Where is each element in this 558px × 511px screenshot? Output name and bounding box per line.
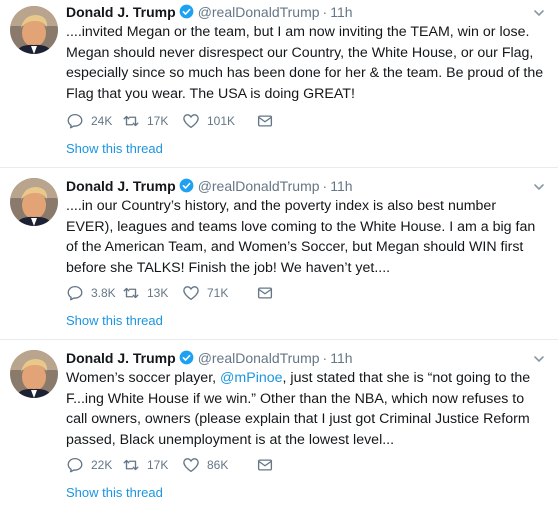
reply-count: 22K [91, 458, 113, 472]
tweet-actions: 3.8K 13K 71K [66, 284, 274, 302]
envelope-icon [256, 456, 274, 474]
tweet-actions: 22K 17K 86K [66, 456, 274, 474]
reply-icon [66, 456, 84, 474]
show-thread-link[interactable]: Show this thread [66, 140, 163, 158]
retweet-count: 17K [147, 458, 169, 472]
reply-button[interactable]: 3.8K [66, 284, 122, 302]
tweet-header: Donald J. Trump @realDonaldTrump · 11h [66, 2, 528, 22]
avatar[interactable] [10, 6, 58, 54]
tweet-text: ....in our Country’s history, and the po… [66, 198, 536, 276]
tweet-text: ....invited Megan or the team, but I am … [66, 24, 544, 102]
tweet-3[interactable]: Donald J. Trump @realDonaldTrump · 11h Wome… [0, 340, 558, 511]
direct-message-button[interactable] [256, 112, 274, 130]
avatar[interactable] [10, 178, 58, 226]
direct-message-button[interactable] [256, 456, 274, 474]
verified-badge-icon [179, 350, 194, 370]
mention-link[interactable]: @mPinoe [220, 370, 283, 386]
like-button[interactable]: 101K [182, 112, 256, 130]
author-name[interactable]: Donald J. Trump [66, 178, 176, 194]
tweet-actions: 24K 17K 101K [66, 112, 274, 130]
verified-badge-icon [179, 178, 194, 198]
heart-icon [182, 284, 200, 302]
author-handle[interactable]: @realDonaldTrump [198, 4, 320, 20]
like-count: 71K [207, 286, 229, 300]
reply-icon [66, 112, 84, 130]
timestamp[interactable]: 11h [330, 4, 352, 20]
tweet-feed: Donald J. Trump @realDonaldTrump · 11h ....… [0, 0, 558, 511]
like-button[interactable]: 71K [182, 284, 256, 302]
retweet-button[interactable]: 13K [122, 284, 182, 302]
like-count: 101K [207, 114, 236, 128]
author-name[interactable]: Donald J. Trump [66, 350, 176, 366]
author-handle[interactable]: @realDonaldTrump [198, 178, 320, 194]
retweet-button[interactable]: 17K [122, 456, 182, 474]
separator-dot: · [322, 178, 328, 194]
envelope-icon [256, 112, 274, 130]
avatar[interactable] [10, 350, 58, 398]
show-thread-link[interactable]: Show this thread [66, 484, 163, 502]
retweet-icon [122, 112, 140, 130]
tweet-header: Donald J. Trump @realDonaldTrump · 11h [66, 348, 528, 368]
tweet-2[interactable]: Donald J. Trump @realDonaldTrump · 11h ....… [0, 168, 558, 340]
like-count: 86K [207, 458, 229, 472]
separator-dot: · [322, 350, 328, 366]
retweet-count: 17K [147, 114, 169, 128]
verified-badge-icon [179, 4, 194, 24]
author-handle[interactable]: @realDonaldTrump [198, 350, 320, 366]
timestamp[interactable]: 11h [330, 178, 352, 194]
reply-button[interactable]: 22K [66, 456, 122, 474]
chevron-down-icon[interactable] [532, 352, 546, 366]
reply-count: 24K [91, 114, 113, 128]
tweet-1[interactable]: Donald J. Trump @realDonaldTrump · 11h ....… [0, 0, 558, 168]
retweet-icon [122, 284, 140, 302]
envelope-icon [256, 284, 274, 302]
heart-icon [182, 112, 200, 130]
reply-button[interactable]: 24K [66, 112, 122, 130]
retweet-button[interactable]: 17K [122, 112, 182, 130]
retweet-count: 13K [147, 286, 169, 300]
timestamp[interactable]: 11h [330, 350, 352, 366]
reply-icon [66, 284, 84, 302]
chevron-down-icon[interactable] [532, 180, 546, 194]
show-thread-link[interactable]: Show this thread [66, 312, 163, 330]
direct-message-button[interactable] [256, 284, 274, 302]
tweet-text: Women’s soccer player, @mPinoe, just sta… [66, 368, 544, 450]
author-name[interactable]: Donald J. Trump [66, 4, 176, 20]
retweet-icon [122, 456, 140, 474]
separator-dot: · [322, 4, 328, 20]
heart-icon [182, 456, 200, 474]
tweet-text-part: Women’s soccer player, [66, 370, 221, 386]
tweet-header: Donald J. Trump @realDonaldTrump · 11h [66, 176, 528, 196]
like-button[interactable]: 86K [182, 456, 256, 474]
chevron-down-icon[interactable] [532, 6, 546, 20]
reply-count: 3.8K [91, 286, 116, 300]
